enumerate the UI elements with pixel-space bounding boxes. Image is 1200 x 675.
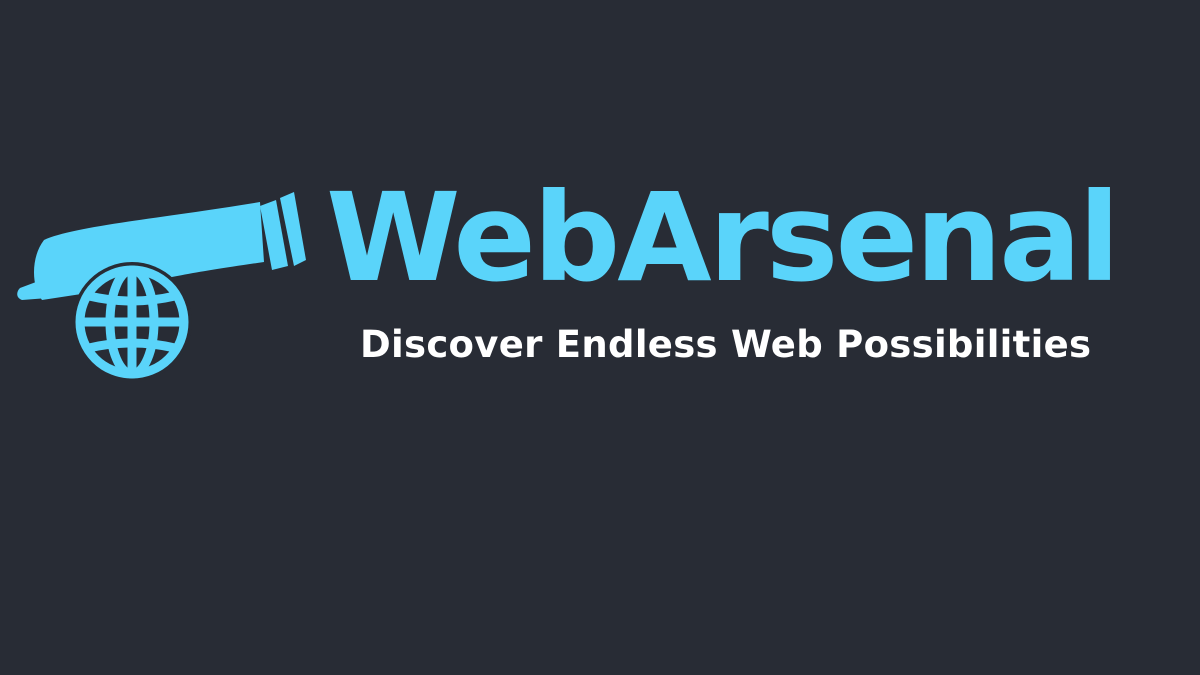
cannon-breech <box>17 248 50 300</box>
globe-wheel <box>75 265 189 379</box>
brand-tagline: Discover Endless Web Possibilities <box>360 323 1092 366</box>
brand-wordmark: WebArsenal <box>326 167 1120 309</box>
cannon-globe-icon <box>14 188 314 383</box>
